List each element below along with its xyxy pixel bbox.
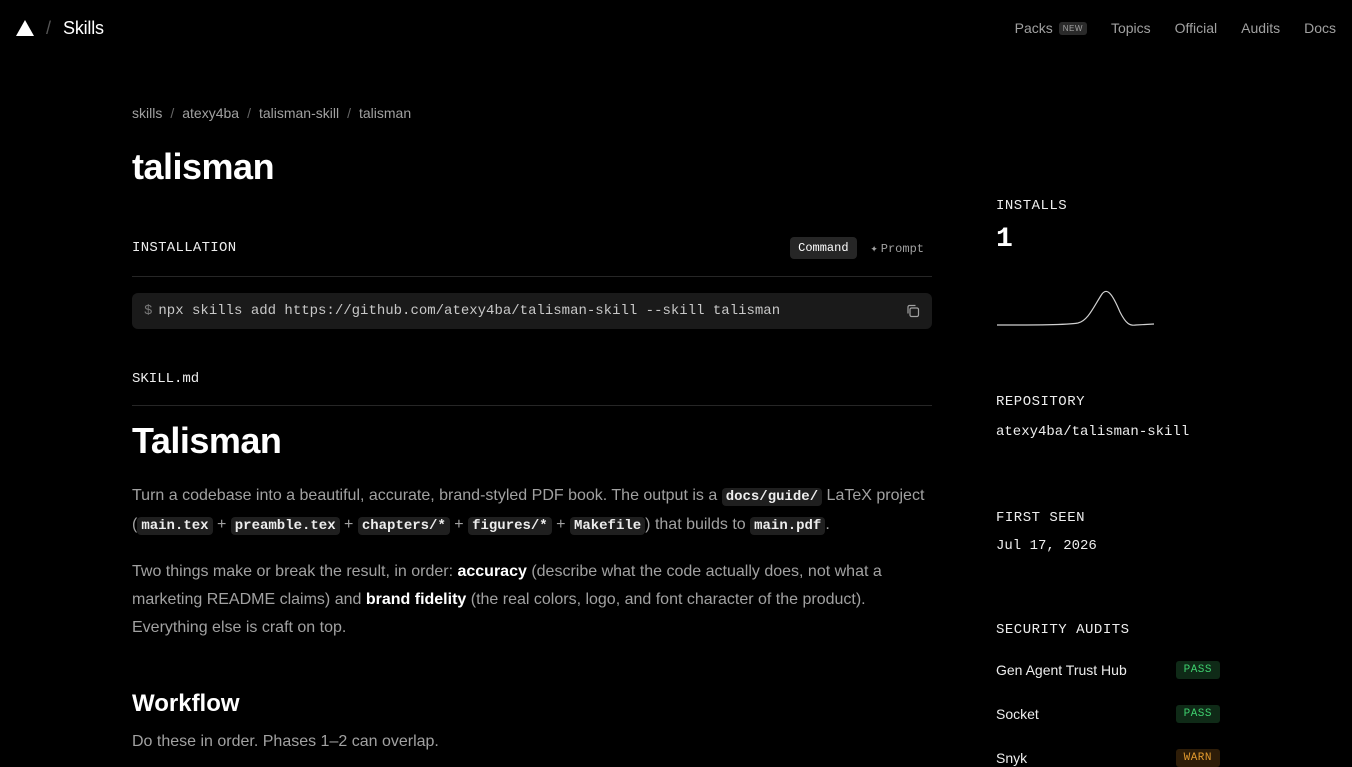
divider	[132, 405, 932, 406]
inline-code: main.pdf	[750, 517, 826, 535]
text: Turn a codebase into a beautiful, accura…	[132, 487, 722, 504]
text: .	[825, 516, 830, 533]
bold-text: brand fidelity	[365, 591, 467, 608]
audit-row[interactable]: Socket PASS	[996, 705, 1220, 723]
mode-prompt-button[interactable]: ✦ Prompt	[863, 237, 932, 260]
breadcrumb-item-current: talisman	[358, 105, 412, 121]
inline-code: chapters/*	[357, 517, 450, 535]
installs-label: INSTALLS	[996, 198, 1068, 214]
nav-link-official[interactable]: Official	[1175, 20, 1218, 36]
divider	[132, 276, 932, 277]
inline-code: docs/guide/	[721, 488, 823, 506]
audit-name: Gen Agent Trust Hub	[996, 662, 1127, 678]
installs-sparkline	[996, 290, 1155, 326]
inline-code: figures/*	[468, 517, 552, 535]
security-audits-label: SECURITY AUDITS	[996, 622, 1130, 638]
installation-label: INSTALLATION	[132, 240, 237, 256]
doc-paragraph-principles: Two things make or break the result, in …	[132, 558, 932, 642]
brand-separator: /	[46, 17, 52, 38]
audit-name: Snyk	[996, 750, 1028, 766]
first-seen-value: Jul 17, 2026	[996, 538, 1097, 554]
breadcrumb-item-repo[interactable]: talisman-skill	[259, 105, 339, 121]
nav-link-topics[interactable]: Topics	[1111, 20, 1151, 36]
nav-link-label: Packs	[1014, 20, 1053, 36]
new-badge: NEW	[1058, 21, 1087, 35]
text: Two things make or break the result, in …	[132, 563, 458, 580]
breadcrumb-separator: /	[247, 105, 251, 121]
breadcrumb-item-skills[interactable]: skills	[132, 105, 162, 121]
doc-paragraph-workflow: Do these in order. Phases 1–2 can overla…	[132, 733, 439, 750]
first-seen-label: FIRST SEEN	[996, 510, 1086, 526]
nav-links: Packs NEW Topics Official Audits Docs	[1015, 20, 1336, 36]
text: +	[551, 516, 570, 533]
top-nav: / Skills Packs NEW Topics Official Audit…	[0, 0, 1352, 56]
install-command-box[interactable]: $ npx skills add https://github.com/atexy…	[132, 293, 932, 329]
text: +	[212, 516, 231, 533]
triangle-logo-icon	[16, 20, 34, 36]
doc-paragraph-intro: Turn a codebase into a beautiful, accura…	[132, 482, 932, 540]
bold-text: accuracy	[457, 563, 527, 580]
install-mode-toggle: Command ✦ Prompt	[790, 237, 932, 260]
repository-link[interactable]: atexy4ba/talisman-skill	[996, 424, 1189, 440]
breadcrumb-separator: /	[170, 105, 175, 121]
inline-code: main.tex	[137, 517, 213, 535]
page-title: talisman	[132, 146, 275, 187]
file-label: SKILL.md	[132, 371, 200, 387]
command-text: npx skills add https://github.com/atexy4…	[158, 303, 781, 319]
audit-status-badge: WARN	[1175, 749, 1220, 767]
doc-heading: Talisman	[132, 420, 282, 461]
installs-value: 1	[996, 224, 1013, 255]
inline-code: preamble.tex	[230, 517, 340, 535]
audit-row[interactable]: Gen Agent Trust Hub PASS	[996, 661, 1220, 679]
nav-link-audits[interactable]: Audits	[1241, 20, 1280, 36]
install-command[interactable]: $ npx skills add https://github.com/atexy…	[144, 303, 780, 319]
repository-label: REPOSITORY	[996, 394, 1086, 410]
mode-prompt-label: Prompt	[880, 241, 924, 256]
breadcrumb: skills / atexy4ba / talisman-skill / tal…	[132, 105, 411, 121]
mode-command-button[interactable]: Command	[790, 237, 857, 259]
text: ) that builds to	[645, 516, 751, 533]
installation-header: INSTALLATION Command ✦ Prompt	[132, 236, 932, 260]
sparkle-icon: ✦	[870, 241, 878, 256]
nav-link-docs[interactable]: Docs	[1304, 20, 1336, 36]
brand-name[interactable]: Skills	[63, 18, 104, 39]
prompt-symbol: $	[144, 303, 153, 319]
text: +	[339, 516, 358, 533]
audit-name: Socket	[996, 706, 1039, 722]
audit-status-badge: PASS	[1175, 705, 1220, 723]
doc-subheading: Workflow	[132, 690, 240, 717]
audit-status-badge: PASS	[1175, 661, 1220, 679]
breadcrumb-item-owner[interactable]: atexy4ba	[182, 105, 239, 121]
audit-row[interactable]: Snyk WARN	[996, 749, 1220, 767]
inline-code: Makefile	[569, 517, 646, 535]
brand[interactable]: / Skills	[16, 18, 104, 39]
text: +	[449, 516, 469, 533]
copy-icon[interactable]	[906, 304, 920, 318]
breadcrumb-separator: /	[347, 105, 351, 121]
nav-link-packs[interactable]: Packs NEW	[1015, 20, 1087, 36]
